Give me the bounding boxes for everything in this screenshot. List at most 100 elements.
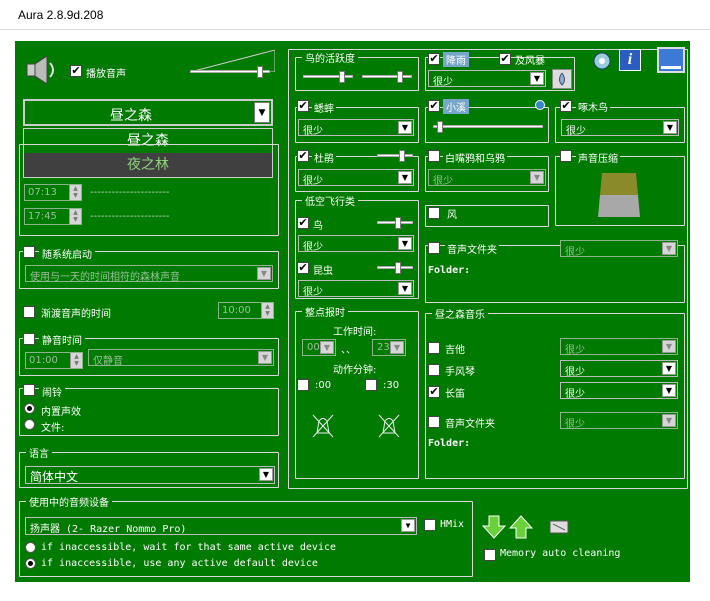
fly-bird-select[interactable]: 很少 ▼ — [298, 235, 414, 252]
cricket-select[interactable]: 很少 ▼ — [298, 119, 414, 136]
start-time-input[interactable]: 07:13 ▲ ▼ — [24, 184, 82, 201]
hmix-label: HMix — [440, 519, 465, 530]
memory-cleaning-checkbox[interactable] — [484, 549, 496, 561]
hmix-checkbox[interactable] — [424, 519, 436, 531]
cuckoo-select[interactable]: 很少 ▼ — [298, 169, 414, 186]
alarm-file-label: 文件: — [41, 423, 65, 434]
preset-selected: 昼之森 — [110, 108, 152, 124]
mute-time-input[interactable]: 01:00 ▲ ▼ — [25, 352, 83, 369]
autostart-checkbox[interactable] — [23, 246, 35, 258]
bell-muted-icon-30[interactable] — [377, 413, 401, 439]
fly-bird-value: 很少 — [303, 242, 323, 252]
accordion-checkbox[interactable] — [428, 364, 440, 376]
fly-insect-slider[interactable] — [377, 262, 413, 274]
music-label: 昼之森音乐 — [432, 306, 488, 321]
fly-insect-value: 很少 — [303, 287, 323, 297]
start-time-value: 07:13 — [28, 187, 57, 198]
rain-checkbox[interactable]: ✔ — [428, 53, 440, 65]
speaker-icon[interactable] — [25, 53, 59, 87]
info-icon[interactable]: i — [619, 49, 641, 71]
music-folder-checkbox[interactable] — [428, 416, 440, 428]
mute-checkbox[interactable] — [23, 333, 35, 345]
fade-time-input[interactable]: 10:00 ▲ ▼ — [218, 302, 274, 319]
alarm-builtin-radio[interactable] — [24, 403, 35, 414]
fly-insect-checkbox[interactable]: ✔ — [297, 262, 309, 274]
fade-checkbox[interactable] — [23, 306, 35, 318]
minute-00-checkbox[interactable] — [297, 379, 309, 391]
audio-device-label: 使用中的音频设备 — [26, 494, 112, 509]
stream-label: 小溪 — [443, 99, 469, 114]
audio-any-radio[interactable] — [25, 558, 36, 569]
end-time-input[interactable]: 17:45 ▲ ▼ — [24, 208, 82, 225]
mute-mode-select[interactable]: 仅静音 ▼ — [88, 349, 274, 366]
stream-checkbox[interactable]: ✔ — [428, 100, 440, 112]
minute-30-checkbox[interactable] — [365, 379, 377, 391]
accordion-value: 很少 — [565, 367, 585, 377]
storm-checkbox[interactable]: ✔ — [499, 53, 511, 65]
wind-checkbox[interactable] — [428, 207, 440, 219]
flute-select[interactable]: 很少 ▼ — [560, 382, 678, 399]
sound-folder-checkbox[interactable] — [428, 242, 440, 254]
rain-drop-icon[interactable] — [552, 69, 572, 89]
woodpecker-checkbox[interactable]: ✔ — [560, 100, 572, 112]
download-icon[interactable] — [481, 515, 507, 539]
rain-select[interactable]: 很少 ▼ — [428, 70, 546, 87]
work-hours-from-value: 00 — [307, 342, 320, 353]
woodpecker-select[interactable]: 很少 ▼ — [561, 119, 679, 136]
crow-label: 白嘴鸦和乌鸦 — [443, 150, 507, 165]
compression-icon[interactable] — [598, 173, 640, 217]
master-volume-slider[interactable] — [190, 66, 270, 78]
play-sound-checkbox[interactable]: ✔ — [70, 65, 82, 77]
fly-insect-select[interactable]: 很少 ▼ — [298, 280, 414, 297]
rain-label: 降雨 — [443, 52, 469, 67]
crow-select[interactable]: 很少 ▼ — [428, 169, 546, 186]
language-value: 简体中文 — [30, 470, 79, 484]
sound-folder-select[interactable]: 很少 ▼ — [560, 240, 678, 257]
alarm-file-radio[interactable] — [24, 419, 35, 430]
play-sound-label: 播放音声 — [86, 69, 126, 80]
work-hours-to-select[interactable]: 23 ▼ — [372, 339, 406, 356]
guitar-checkbox[interactable] — [428, 342, 440, 354]
birds-activity-slider-2[interactable] — [362, 71, 412, 83]
stream-slider[interactable] — [433, 121, 543, 133]
cricket-checkbox[interactable]: ✔ — [297, 100, 309, 112]
preset-select[interactable]: 昼之森 ▼ — [23, 99, 273, 126]
music-folder-select[interactable]: 很少 ▼ — [560, 412, 678, 429]
storm-label: 及风暴 — [515, 56, 545, 67]
cuckoo-slider[interactable] — [377, 150, 413, 162]
preset-dropdown-arrow[interactable]: ▼ — [254, 102, 270, 123]
eraser-icon[interactable] — [547, 515, 571, 537]
work-hours-from-select[interactable]: 00 ▼ — [302, 339, 336, 356]
flute-checkbox[interactable]: ✔ — [428, 386, 440, 398]
upload-icon[interactable] — [508, 515, 534, 539]
crow-checkbox[interactable] — [428, 150, 440, 162]
bell-muted-icon-00[interactable] — [311, 413, 335, 439]
guitar-value: 很少 — [565, 345, 585, 355]
window-title: Aura 2.8.9d.208 — [0, 0, 710, 30]
guitar-select[interactable]: 很少 ▼ — [560, 338, 678, 355]
compression-checkbox[interactable] — [560, 150, 572, 162]
autostart-mode-select[interactable]: 使用与一天的时间相符的森林声音 ▼ — [25, 265, 273, 282]
cuckoo-checkbox[interactable]: ✔ — [297, 150, 309, 162]
minimize-tray-icon[interactable] — [657, 47, 685, 73]
birds-activity-slider-1[interactable] — [303, 71, 353, 83]
audio-any-label: if inaccessible, use any active default … — [41, 558, 318, 569]
action-minutes-label: 动作分钟: — [333, 365, 377, 376]
fly-bird-checkbox[interactable]: ✔ — [297, 217, 309, 229]
fade-time-value: 10:00 — [222, 305, 251, 316]
alarm-checkbox[interactable] — [23, 384, 35, 396]
music-folder-label: 音声文件夹 — [445, 419, 495, 430]
alarm-builtin-label: 内置声效 — [41, 407, 81, 418]
woodpecker-label: 啄木鸟 — [576, 99, 610, 114]
audio-device-select[interactable]: 扬声器 (2- Razer Nommo Pro) ▼ — [25, 517, 417, 535]
audio-wait-radio[interactable] — [25, 542, 36, 553]
language-select[interactable]: 简体中文 ▼ — [25, 466, 275, 484]
music-folder-value: 很少 — [565, 419, 585, 429]
fly-bird-slider[interactable] — [377, 217, 413, 229]
crow-value: 很少 — [433, 176, 453, 186]
network-icon[interactable] — [592, 51, 612, 71]
flute-label: 长笛 — [445, 389, 465, 400]
cricket-label: 蟋蟀 — [312, 100, 336, 115]
accordion-select[interactable]: 很少 ▼ — [560, 360, 678, 377]
accordion-label: 手风琴 — [445, 367, 475, 378]
